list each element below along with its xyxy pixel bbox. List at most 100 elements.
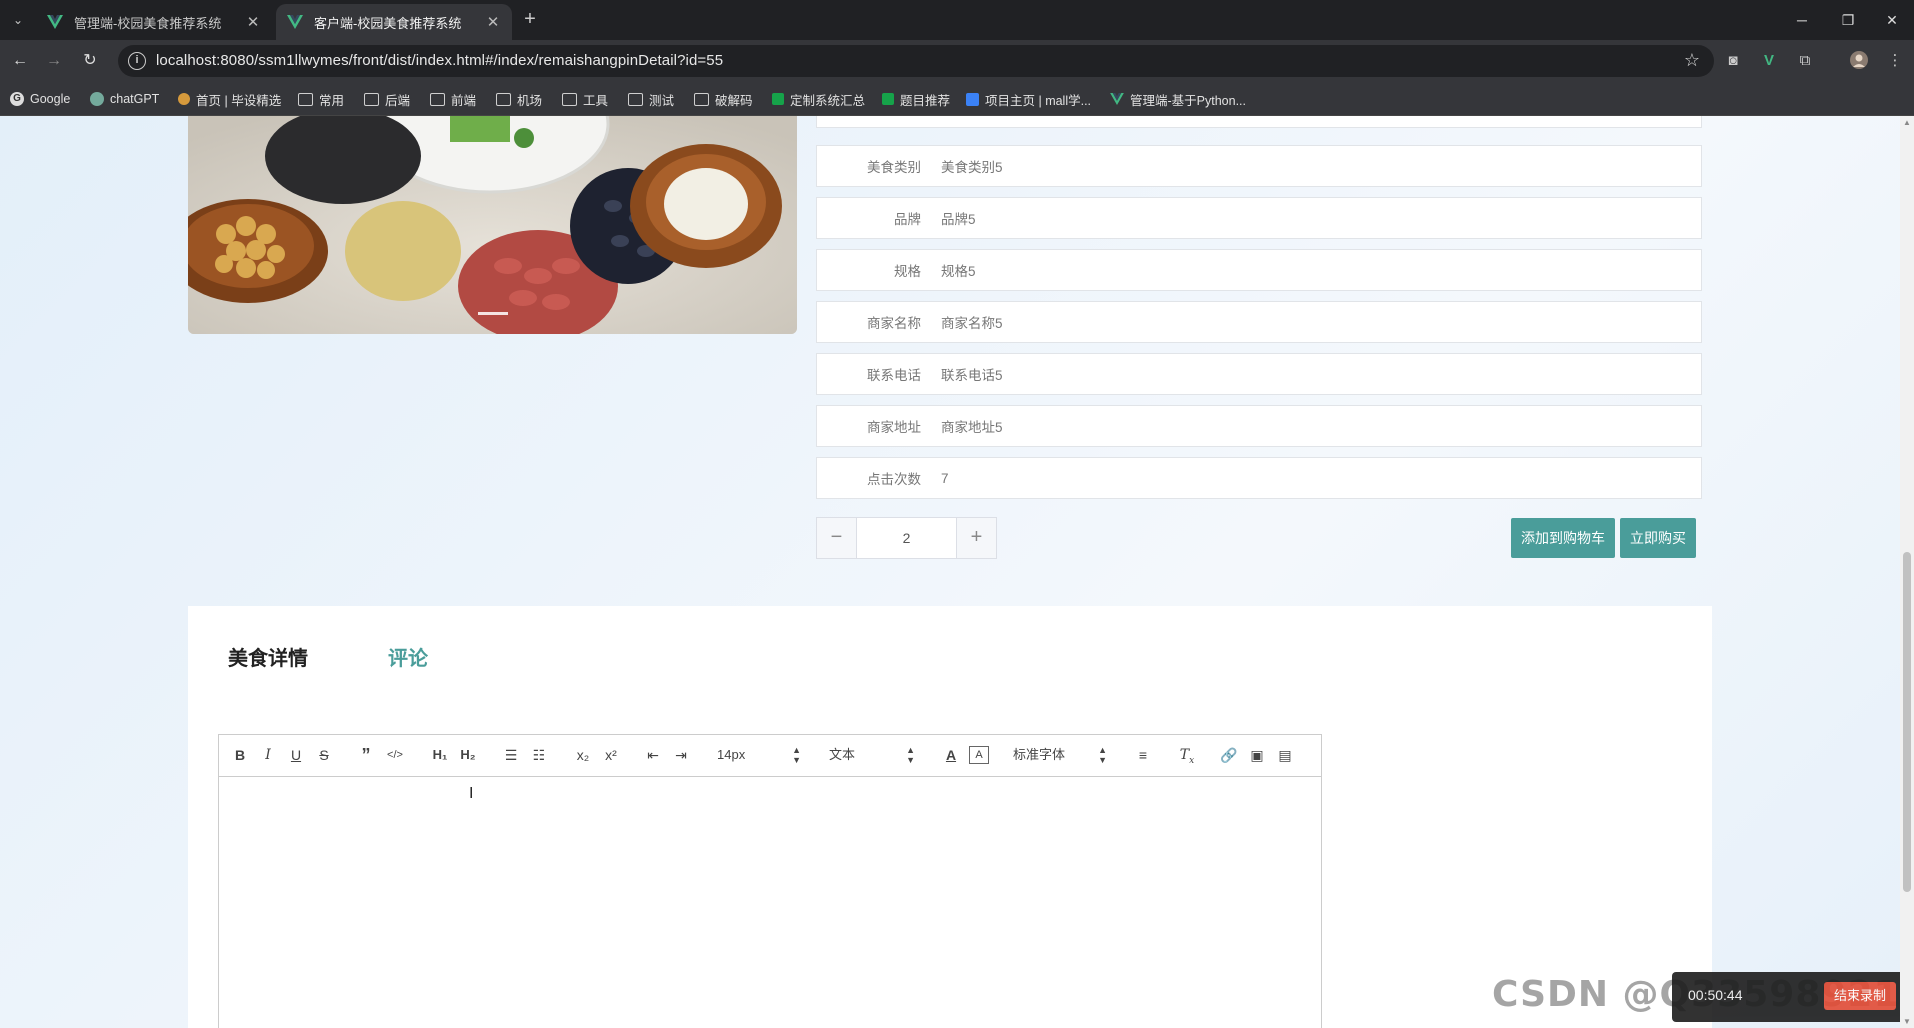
strikethrough-icon[interactable]: S [315,745,333,765]
info-row-clicks: 点击次数 7 [816,457,1702,499]
increment-button[interactable]: + [956,518,996,558]
bookmark-google[interactable]: G Google [10,90,70,108]
bookmark-folder-common[interactable]: 常用 [298,90,344,108]
tab-search-icon[interactable]: ⌄ [6,8,30,32]
window-close-icon[interactable]: ✕ [1872,6,1912,34]
bookmark-chatgpt[interactable]: chatGPT [90,90,159,108]
back-icon[interactable]: ← [8,49,32,73]
editor-content-area[interactable]: I [219,777,1321,1028]
bookmark-home[interactable]: 首页 | 毕设精选 [178,90,281,108]
vue-icon [46,13,64,31]
scrollbar-thumb[interactable] [1903,552,1911,892]
add-to-cart-button[interactable]: 添加到购物车 [1511,518,1615,558]
bookmark-admin-python[interactable]: 管理端-基于Python... [1110,90,1246,108]
browser-menu-icon[interactable]: ⋮ [1884,50,1906,72]
forward-icon[interactable]: → [42,49,66,73]
font-size-select[interactable]: 14px ▲ ▼ [717,745,801,765]
image-icon[interactable]: ▣ [1247,745,1267,765]
browser-tab-admin[interactable]: 管理端-校园美食推荐系统 ✕ [36,4,272,40]
bookmark-topics[interactable]: 题目推荐 [882,90,950,108]
chatgpt-icon [90,92,104,106]
info-row-spec: 规格 规格5 [816,249,1702,291]
field-label: 点击次数 [867,472,921,487]
background-color-icon[interactable]: A [969,746,989,764]
bookmark-custom-systems[interactable]: 定制系统汇总 [772,90,865,108]
subscript-icon[interactable]: x₂ [573,745,593,765]
italic-icon[interactable]: I [259,745,277,765]
profile-avatar[interactable] [1848,50,1870,72]
sheet-icon [882,93,894,105]
tab-food-detail[interactable]: 美食详情 [228,642,308,671]
reload-icon[interactable]: ↻ [78,49,102,73]
quantity-input[interactable]: 2 [857,518,956,558]
bookmark-folder-test[interactable]: 测试 [628,90,674,108]
ordered-list-icon[interactable]: ☰ [501,745,521,765]
page-scrollbar[interactable]: ▲ ▼ [1900,116,1914,1028]
bookmark-folder-airport[interactable]: 机场 [496,90,542,108]
scroll-up-icon[interactable]: ▲ [1903,118,1911,127]
bookmark-label: Google [30,92,71,106]
bold-icon[interactable]: B [231,745,249,765]
underline-icon[interactable]: U [287,745,305,765]
bookmark-folder-backend[interactable]: 后端 [364,90,410,108]
extensions-puzzle-icon[interactable]: ⧉ [1794,50,1816,72]
align-icon[interactable]: ≡ [1133,745,1153,765]
bookmark-mall[interactable]: 项目主页 | mall学... [966,90,1091,108]
bookmark-label: 定制系统汇总 [790,93,866,108]
address-bar[interactable]: i localhost:8080/ssm1llwymes/front/dist/… [118,45,1714,77]
extension-icon[interactable]: ◙ [1722,50,1744,72]
folder-icon [364,92,379,106]
browser-tab-client[interactable]: 客户端-校园美食推荐系统 ✕ [276,4,512,40]
tab-comments[interactable]: 评论 [388,642,428,671]
folder-icon [496,92,511,106]
bookmark-star-icon[interactable]: ☆ [1684,50,1700,71]
bookmark-label: 机场 [517,93,543,108]
folder-icon [628,92,643,106]
superscript-icon[interactable]: x² [601,745,621,765]
folder-icon [694,92,709,106]
rich-text-editor: B I U S ” </> H₁ H₂ ☰ ☷ x₂ x² ⇤ ⇥ 14px ▲… [218,734,1322,1028]
bookmark-folder-crack[interactable]: 破解码 [694,90,753,108]
outdent-icon[interactable]: ⇤ [643,745,663,765]
restore-icon[interactable]: ❐ [1828,6,1868,34]
recorder-time: 00:50:44 [1688,987,1743,1003]
product-image [188,116,797,334]
clear-format-icon[interactable]: Tx [1177,745,1197,766]
url-text[interactable]: localhost:8080/ssm1llwymes/front/dist/in… [156,52,723,69]
scroll-down-icon[interactable]: ▼ [1903,1017,1911,1026]
bookmark-label: 常用 [319,93,345,108]
folder-icon [430,92,445,106]
font-color-icon[interactable]: A [941,745,961,765]
heading2-icon[interactable]: H₂ [457,745,479,765]
buy-now-button[interactable]: 立即购买 [1620,518,1696,558]
indent-icon[interactable]: ⇥ [671,745,691,765]
video-icon[interactable]: ▤ [1275,745,1295,765]
site-info-icon[interactable]: i [128,52,146,70]
link-icon[interactable]: 🔗 [1219,745,1239,765]
close-icon[interactable]: ✕ [244,13,262,31]
field-label: 规格 [894,264,921,279]
text-type-value: 文本 [829,747,856,762]
heading1-icon[interactable]: H₁ [429,745,451,765]
quantity-stepper: − 2 + [816,517,997,559]
info-row-category: 美食类别 美食类别5 [816,145,1702,187]
blockquote-icon[interactable]: ” [357,745,375,765]
code-block-icon[interactable]: </> [385,745,405,765]
font-family-select[interactable]: 标准字体 ▲ ▼ [1013,745,1107,765]
text-type-select[interactable]: 文本 ▲ ▼ [829,745,915,765]
select-caret-icon: ▲ ▼ [906,745,915,765]
site-icon [178,93,190,105]
font-size-value: 14px [717,747,746,762]
bullet-list-icon[interactable]: ☷ [529,745,549,765]
decrement-button[interactable]: − [817,518,857,558]
stop-recording-button[interactable]: 结束录制 [1824,982,1896,1010]
page-icon [966,92,979,106]
bookmark-folder-tools[interactable]: 工具 [562,90,608,108]
new-tab-button[interactable]: + [518,8,542,32]
close-icon[interactable]: ✕ [484,13,502,31]
info-row-address: 商家地址 商家地址5 [816,405,1702,447]
bookmark-label: 测试 [649,93,675,108]
minimize-icon[interactable]: ─ [1782,6,1822,34]
bookmark-folder-frontend[interactable]: 前端 [430,90,476,108]
vue-devtools-icon[interactable]: V [1758,50,1780,72]
